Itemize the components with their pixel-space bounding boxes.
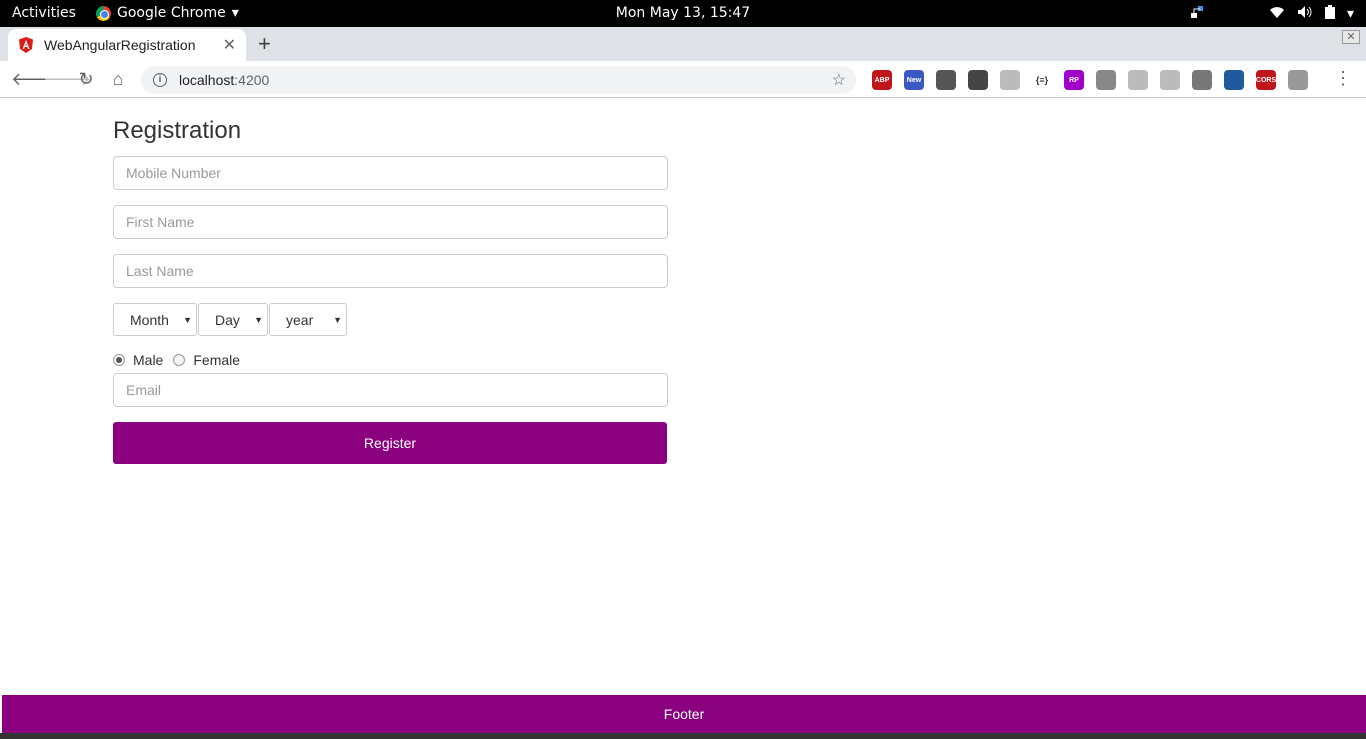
page-content: Registration Mobile Number First Name La… [0, 99, 1366, 739]
birthdate-selects: Month ▼ Day ▼ year ▼ [113, 303, 668, 336]
back-button[interactable]: 🡐 [11, 69, 59, 90]
extension-icon[interactable] [1288, 70, 1308, 90]
tab-title: WebAngularRegistration [44, 37, 196, 53]
window-close-icon[interactable]: ✕ [1342, 30, 1360, 44]
dropdown-arrow-icon: ▼ [333, 315, 342, 325]
extension-icon[interactable] [936, 70, 956, 90]
female-label: Female [193, 352, 241, 368]
extension-icon[interactable] [1224, 70, 1244, 90]
reload-button[interactable]: ↻ [75, 69, 97, 90]
month-select[interactable]: Month ▼ [113, 303, 197, 336]
forward-button[interactable]: 🡒 [43, 69, 91, 90]
clock[interactable]: Mon May 13, 15:47 [0, 5, 1366, 21]
url-port: :4200 [234, 72, 270, 88]
extensions-bar: ABP New {≡} RP CORS [872, 70, 1308, 90]
page-title: Registration [113, 117, 242, 144]
angular-icon [19, 37, 33, 53]
extension-icon[interactable]: New [904, 70, 924, 90]
tab-strip: WebAngularRegistration ✕ + ✕ [0, 27, 1366, 61]
bookmark-star-icon[interactable]: ☆ [832, 70, 846, 90]
system-tray[interactable]: ▾ [1189, 4, 1354, 24]
extension-icon[interactable]: RP [1064, 70, 1084, 90]
extension-icon[interactable]: CORS [1256, 70, 1276, 90]
volume-icon [1297, 5, 1313, 23]
extension-icon[interactable] [1192, 70, 1212, 90]
network-icon [1189, 4, 1205, 24]
system-top-bar: Activities Google Chrome ▾ Mon May 13, 1… [0, 0, 1366, 27]
year-select-value: year [286, 311, 314, 328]
caret-down-icon: ▾ [1346, 6, 1354, 22]
browser-tab[interactable]: WebAngularRegistration ✕ [8, 29, 246, 61]
browser-toolbar: 🡐 🡒 ↻ ⌂ i localhost:4200 ☆ ABP New {≡} RP CO… [0, 61, 1366, 98]
close-tab-icon[interactable]: ✕ [223, 35, 236, 55]
wifi-icon [1269, 5, 1285, 23]
url-host: localhost [179, 72, 235, 88]
info-icon[interactable]: i [153, 73, 167, 87]
battery-icon [1324, 5, 1335, 23]
day-select-value: Day [215, 311, 240, 328]
extension-icon[interactable]: ABP [872, 70, 892, 90]
extension-icon[interactable] [1160, 70, 1180, 90]
extension-icon[interactable] [1000, 70, 1020, 90]
registration-form: Registration Mobile Number First Name La… [113, 117, 668, 464]
footer-text: Footer [663, 706, 705, 722]
extension-icon[interactable]: {≡} [1032, 70, 1052, 90]
dropdown-arrow-icon: ▼ [254, 315, 263, 325]
register-button[interactable]: Register [113, 422, 667, 464]
email-input[interactable]: Email [113, 373, 668, 407]
male-radio[interactable] [113, 354, 125, 366]
extension-icon[interactable] [1128, 70, 1148, 90]
dropdown-arrow-icon: ▼ [183, 315, 192, 325]
extension-icon[interactable] [1096, 70, 1116, 90]
chrome-menu-icon[interactable]: ⋮ [1334, 68, 1352, 89]
year-select[interactable]: year ▼ [269, 303, 347, 336]
gender-radio-group: Male Female [113, 352, 668, 368]
month-select-value: Month [130, 311, 169, 328]
first-name-input[interactable]: First Name [113, 205, 668, 239]
female-radio[interactable] [173, 354, 186, 366]
address-bar[interactable]: i localhost:4200 ☆ [141, 66, 856, 94]
footer: Footer [2, 695, 1366, 733]
last-name-input[interactable]: Last Name [113, 254, 668, 288]
home-button[interactable]: ⌂ [107, 69, 129, 90]
new-tab-button[interactable]: + [258, 31, 271, 57]
taskbar-strip [0, 733, 1366, 739]
mobile-number-input[interactable]: Mobile Number [113, 156, 668, 190]
male-label: Male [133, 352, 164, 368]
extension-icon[interactable] [968, 70, 988, 90]
day-select[interactable]: Day ▼ [198, 303, 268, 336]
